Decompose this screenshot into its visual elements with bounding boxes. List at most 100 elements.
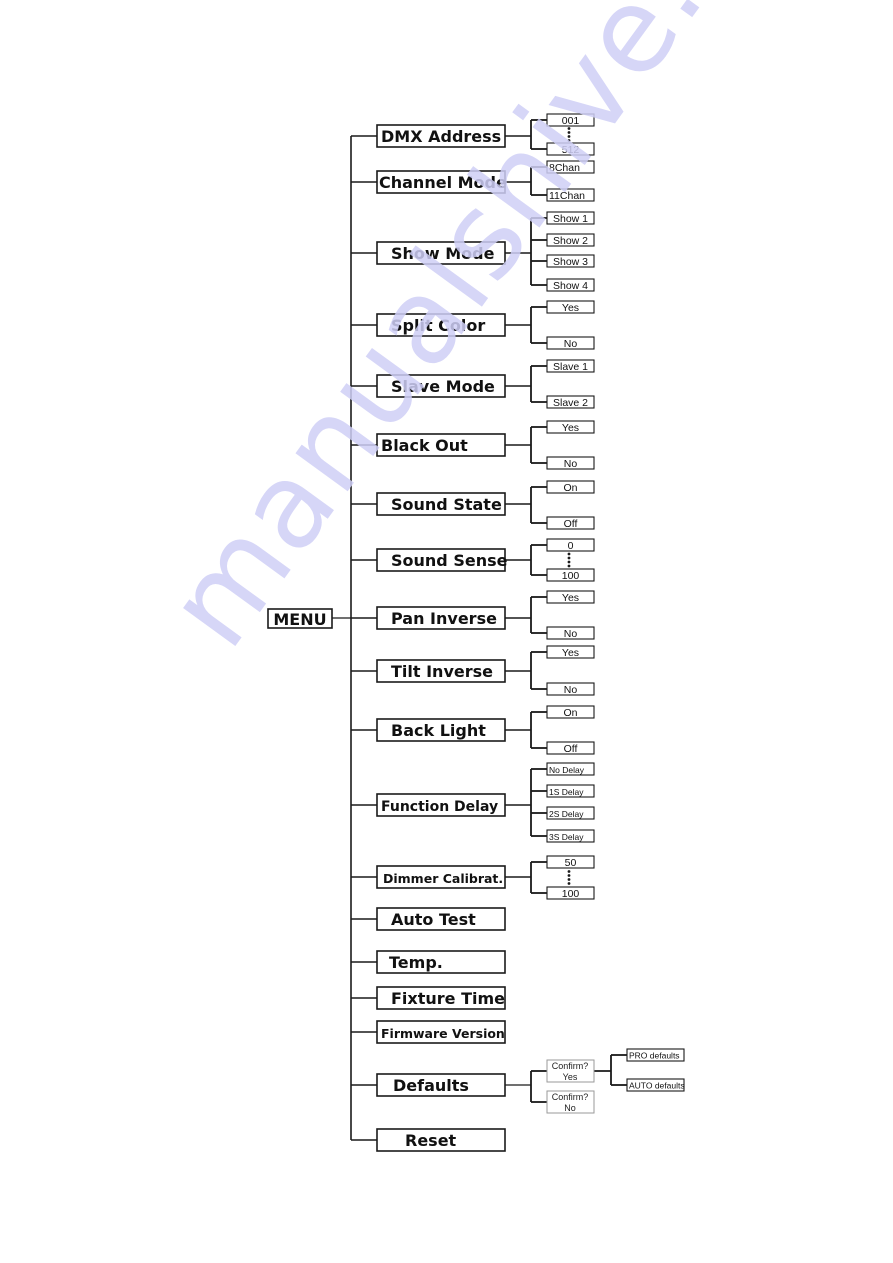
option-label: Off: [564, 743, 578, 755]
menu-item-back-light: Back Light: [376, 718, 506, 742]
option-split-color-2: No: [546, 336, 595, 350]
menu-item-label: Pan Inverse: [391, 609, 497, 628]
menu-item-label: Defaults: [393, 1076, 469, 1095]
option-label: 0: [568, 540, 574, 552]
option-split-color-1: Yes: [546, 300, 595, 314]
range-ellipsis-icon: [567, 127, 571, 142]
menu-item-auto-test: Auto Test: [376, 907, 506, 931]
menu-item-label: Function Delay: [381, 799, 498, 815]
option-label: Slave 1: [553, 361, 588, 373]
option-label: No: [564, 628, 578, 640]
option-channel-mode-1: 8Chan: [546, 160, 595, 174]
option-label: 1S Delay: [549, 787, 584, 797]
option-label: On: [563, 707, 577, 719]
menu-item-label: Temp.: [389, 953, 443, 972]
menu-item-label: Sound Sense: [391, 551, 508, 570]
menu-item-label: Firmware Version: [381, 1026, 505, 1041]
menu-item-channel-mode: Channel Mode: [376, 170, 507, 194]
menu-tree-diagram: MENU DMX Address 001 512 Channel Mode 8Chan 1…: [267, 113, 685, 1152]
option-label: 2S Delay: [549, 809, 584, 819]
option-function-delay-3: 2S Delay: [546, 806, 595, 820]
confirm-prompt: Confirm?: [552, 1061, 589, 1071]
menu-root-label: MENU: [273, 610, 326, 629]
option-label: Off: [564, 518, 578, 530]
option-sound-state-2: Off: [546, 516, 595, 530]
menu-item-sound-sense: Sound Sense: [376, 548, 508, 572]
menu-item-function-delay: Function Delay: [376, 793, 506, 817]
menu-item-label: Auto Test: [391, 910, 476, 929]
option-dmx-address-2: 512: [546, 142, 595, 156]
menu-item-reset: Reset: [376, 1128, 506, 1152]
option-function-delay-4: 3S Delay: [546, 829, 595, 843]
option-label: 512: [562, 144, 580, 156]
option-tilt-inverse-1: Yes: [546, 645, 595, 659]
menu-item-label: Channel Mode: [379, 173, 507, 192]
menu-item-label: Dimmer Calibrat.: [383, 871, 503, 886]
option-channel-mode-2: 11Chan: [546, 188, 595, 202]
option-label: 11Chan: [549, 190, 585, 202]
menu-item-label: Fixture Time: [391, 989, 505, 1008]
defaults-option-2: AUTO defaults: [626, 1078, 685, 1092]
option-show-mode-3: Show 3: [546, 254, 595, 268]
confirm-no-box: Confirm?No: [546, 1090, 595, 1114]
confirm-answer: No: [564, 1103, 576, 1113]
option-label: Slave 2: [553, 397, 588, 409]
menu-item-tilt-inverse: Tilt Inverse: [376, 659, 506, 683]
option-label: No: [564, 458, 578, 470]
menu-item-label: Tilt Inverse: [391, 662, 493, 681]
range-ellipsis-icon: [567, 552, 571, 568]
option-tilt-inverse-2: No: [546, 682, 595, 696]
confirm-yes-box: Confirm?Yes: [546, 1059, 595, 1083]
confirm-answer: Yes: [563, 1072, 578, 1082]
menu-item-firmware-version: Firmware Version: [376, 1020, 506, 1044]
option-dmx-address-1: 001: [546, 113, 595, 127]
option-show-mode-2: Show 2: [546, 233, 595, 247]
option-slave-mode-2: Slave 2: [546, 395, 595, 409]
option-sound-sense-2: 100: [546, 568, 595, 582]
range-ellipsis-icon: [567, 870, 571, 885]
option-dimmer-calibrat-2: 100: [546, 886, 595, 900]
option-label: 8Chan: [549, 162, 580, 174]
option-function-delay-1: No Delay: [546, 762, 595, 776]
menu-item-fixture-time: Fixture Time: [376, 986, 506, 1010]
menu-item-dmx-address: DMX Address: [376, 124, 506, 148]
option-label: Show 3: [553, 256, 588, 268]
menu-item-sound-state: Sound State: [376, 492, 506, 516]
option-show-mode-1: Show 1: [546, 211, 595, 225]
menu-item-defaults: Defaults: [376, 1073, 506, 1097]
option-black-out-1: Yes: [546, 420, 595, 434]
option-pan-inverse-1: Yes: [546, 590, 595, 604]
menu-item-black-out: Black Out: [376, 433, 506, 457]
option-pan-inverse-2: No: [546, 626, 595, 640]
option-label: Show 2: [553, 235, 588, 247]
option-function-delay-2: 1S Delay: [546, 784, 595, 798]
option-back-light-2: Off: [546, 741, 595, 755]
option-label: No: [564, 338, 578, 350]
menu-item-label: Slave Mode: [391, 377, 495, 396]
menu-item-label: DMX Address: [381, 127, 501, 146]
menu-item-label: Reset: [405, 1131, 457, 1150]
option-label: 100: [562, 888, 580, 900]
menu-root-box: MENU: [267, 608, 333, 629]
option-label: Show 4: [553, 280, 588, 292]
option-black-out-2: No: [546, 456, 595, 470]
option-label: 3S Delay: [549, 832, 584, 842]
option-label: 100: [562, 570, 580, 582]
menu-item-label: Back Light: [391, 721, 486, 740]
menu-item-split-color: Split Color: [376, 313, 506, 337]
option-dimmer-calibrat-1: 50: [546, 855, 595, 869]
option-label: Yes: [562, 592, 579, 604]
menu-item-show-mode: Show Mode: [376, 241, 506, 265]
menu-item-label: Show Mode: [391, 244, 495, 263]
defaults-option-label: PRO defaults: [629, 1051, 680, 1061]
menu-item-temp: Temp.: [376, 950, 506, 974]
option-label: Show 1: [553, 213, 588, 225]
menu-item-label: Black Out: [381, 436, 468, 455]
option-label: 50: [565, 857, 577, 869]
menu-item-pan-inverse: Pan Inverse: [376, 606, 506, 630]
option-label: Yes: [562, 647, 579, 659]
option-label: Yes: [562, 422, 579, 434]
option-label: Yes: [562, 302, 579, 314]
defaults-option-label: AUTO defaults: [629, 1081, 685, 1091]
confirm-prompt: Confirm?: [552, 1092, 589, 1102]
